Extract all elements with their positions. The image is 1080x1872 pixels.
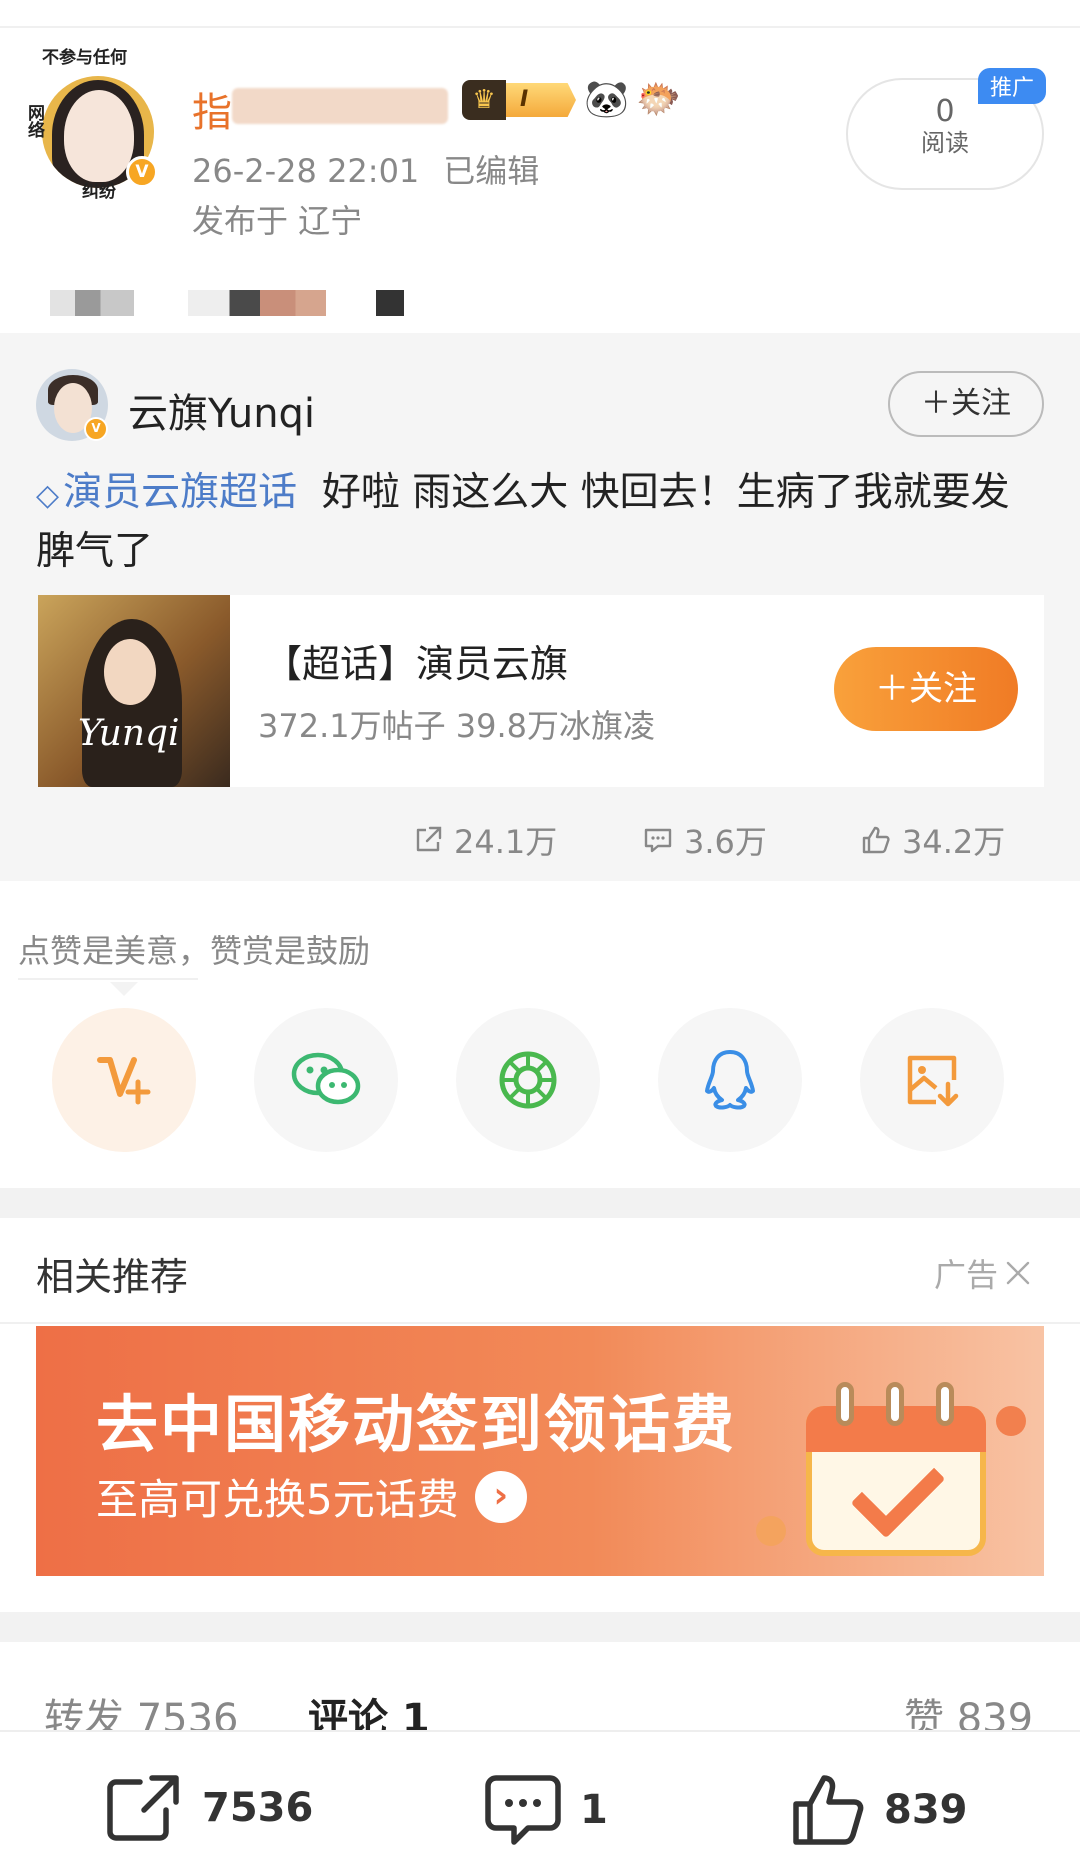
shared-post-actions: 24.1万 3.6万 34.2万	[0, 817, 1080, 865]
topic-link[interactable]: 演员云旗超话	[63, 470, 297, 515]
post-meta: 26-2-28 22:01 已编辑	[192, 146, 539, 192]
bottom-action-bar: 7536 1 839	[0, 1730, 1080, 1872]
repost-button[interactable]: 7536	[106, 1772, 313, 1844]
like-count: 839	[884, 1787, 968, 1833]
post-date: 26-2-28 22:01	[192, 152, 420, 190]
share-wechat-button[interactable]	[254, 1008, 398, 1152]
avatar-caption-bottom: 纠纷	[82, 182, 116, 202]
save-image-button[interactable]	[860, 1008, 1004, 1152]
author-name[interactable]: 指	[192, 80, 232, 138]
vip-badge[interactable]: ♛ I	[462, 80, 576, 120]
redacted-content	[50, 290, 134, 316]
shared-post-card[interactable]: V 云旗Yunqi ＋关注 ◇ 演员云旗超话 好啦 雨这么大 快回去！生病了我就要…	[0, 333, 1080, 881]
shared-like-count: 34.2万	[902, 823, 1006, 861]
read-label: 阅读	[921, 129, 969, 157]
comment-count: 1	[580, 1787, 608, 1833]
avatar-caption-left: 网络	[28, 104, 45, 141]
shared-repost-button[interactable]: 24.1万	[412, 817, 557, 863]
promote-tag[interactable]: 推广	[978, 68, 1047, 104]
reward-button[interactable]	[52, 1008, 196, 1152]
top-divider	[0, 0, 1080, 28]
comment-button[interactable]: 1	[484, 1772, 608, 1848]
wechat-icon	[291, 1052, 361, 1105]
qq-icon	[705, 1050, 755, 1110]
post-location: 发布于 辽宁	[192, 202, 363, 240]
related-divider	[0, 1322, 1080, 1324]
verified-badge-icon: V	[126, 156, 158, 188]
thumbnail-signature: Yunqi	[78, 713, 180, 754]
related-title: 相关推荐	[36, 1255, 189, 1299]
save-image-icon	[907, 1055, 959, 1107]
supertopic-icon: ◇	[36, 478, 60, 513]
ad-banner-subtitle-text: 至高可兑换5元话费	[96, 1475, 459, 1524]
shared-repost-count: 24.1万	[454, 823, 558, 861]
moments-icon	[499, 1051, 557, 1109]
like-button[interactable]: 839	[790, 1772, 968, 1848]
ad-banner-title: 去中国移动签到领话费	[96, 1388, 737, 1461]
thumbs-up-icon	[793, 1775, 864, 1845]
share-qq-button[interactable]	[658, 1008, 802, 1152]
repost-icon	[416, 826, 442, 852]
hint-pointer	[110, 982, 138, 996]
section-divider	[0, 1188, 1080, 1218]
close-icon	[1006, 1261, 1030, 1285]
shared-like-button[interactable]: 34.2万	[860, 817, 1005, 863]
avatar-caption-top: 不参与任何	[42, 48, 127, 68]
shared-comment-count: 3.6万	[684, 823, 767, 861]
redacted-content	[188, 290, 326, 316]
interaction-tabs: 转发 7536 评论 1 赞 839	[0, 1642, 1080, 1742]
crown-icon: ♛	[462, 80, 506, 120]
follow-author-button[interactable]: ＋关注	[888, 371, 1044, 437]
supertopic-card[interactable]: Yunqi 【超话】演员云旗 372.1万帖子 39.8万冰旗凌 ＋关注	[38, 595, 1044, 787]
shared-author-name[interactable]: 云旗Yunqi	[128, 381, 315, 439]
vip-level: I	[506, 83, 576, 117]
post-header: 不参与任何 网络 纠纷 V 指 ♛ I 🐼 🐡 26-2-28 22:01 已编辑…	[0, 28, 1080, 333]
thumbs-up-icon	[862, 826, 890, 854]
hint-divider	[18, 978, 198, 980]
ad-close-button[interactable]: 广告	[934, 1250, 1032, 1296]
repost-count: 7536	[202, 1785, 314, 1831]
comment-icon	[644, 828, 672, 853]
author-avatar[interactable]: 不参与任何 网络 纠纷 V	[28, 50, 158, 201]
flower-icon	[996, 1406, 1026, 1436]
chevron-right-icon: ›	[474, 1470, 527, 1523]
reward-hint: 点赞是美意，赞赏是鼓励	[18, 932, 371, 970]
supertopic-stats: 372.1万帖子 39.8万冰旗凌	[258, 707, 656, 745]
supertopic-thumbnail: Yunqi	[38, 595, 230, 787]
reward-icon	[97, 1057, 151, 1105]
ad-banner[interactable]: 去中国移动签到领话费 至高可兑换5元话费 ›	[36, 1326, 1044, 1576]
calendar-check-icon	[796, 1376, 996, 1566]
supertopic-title: 【超话】演员云旗	[264, 642, 569, 686]
fish-badge-icon[interactable]: 🐡	[636, 78, 681, 122]
edited-label[interactable]: 已编辑	[443, 152, 539, 190]
redacted-content	[376, 290, 404, 316]
share-moments-button[interactable]	[456, 1008, 600, 1152]
follow-supertopic-button[interactable]: ＋关注	[834, 647, 1018, 731]
author-badges: ♛ I 🐼 🐡	[462, 78, 681, 122]
flower-icon	[756, 1516, 786, 1546]
section-divider	[0, 1612, 1080, 1642]
panda-badge-icon[interactable]: 🐼	[584, 78, 629, 122]
author-name-redacted	[232, 88, 448, 124]
shared-post-text: ◇ 演员云旗超话 好啦 雨这么大 快回去！生病了我就要发脾气了	[36, 465, 1046, 580]
verified-badge-icon: V	[84, 417, 108, 441]
repost-icon	[107, 1775, 179, 1841]
ad-label: 广告	[934, 1256, 999, 1294]
ad-banner-subtitle: 至高可兑换5元话费 ›	[96, 1466, 527, 1527]
shared-comment-button[interactable]: 3.6万	[642, 817, 767, 863]
comment-icon	[485, 1775, 561, 1845]
